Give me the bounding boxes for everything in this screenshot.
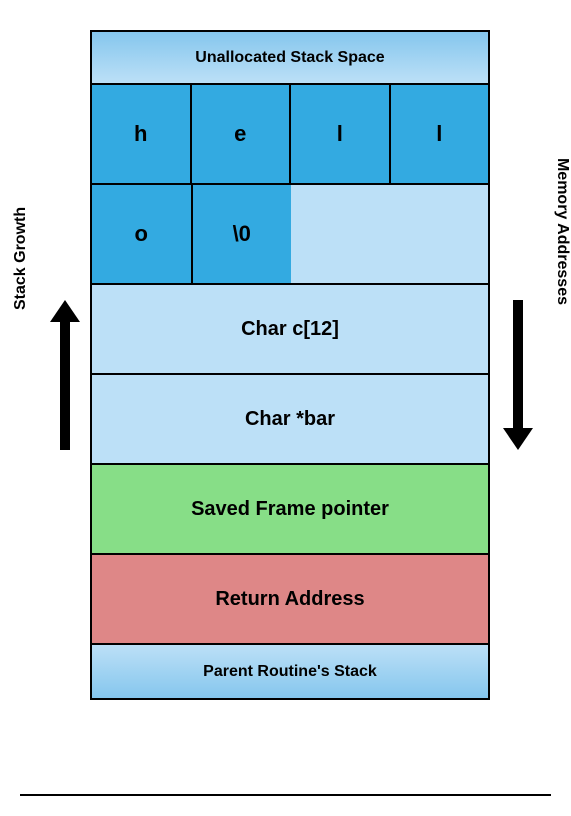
label-text: Memory Addresses [554, 158, 571, 305]
byte-cell: o [90, 185, 191, 285]
byte-value: l [436, 121, 442, 147]
label-text: Stack Growth [12, 207, 29, 310]
byte-value: l [337, 121, 343, 147]
byte-row-1: h e l l [90, 85, 490, 185]
byte-cell: h [90, 85, 190, 185]
byte-value: e [234, 121, 246, 147]
byte-value: \0 [233, 221, 251, 247]
memory-addresses-label: Memory Addresses [553, 158, 571, 305]
return-address-section: Return Address [90, 555, 490, 645]
byte-cell: \0 [191, 185, 292, 285]
byte-cell-empty [291, 185, 390, 285]
char-c-section: Char c[12] [90, 285, 490, 375]
saved-frame-section: Saved Frame pointer [90, 465, 490, 555]
return-address-label: Return Address [215, 588, 364, 611]
saved-frame-label: Saved Frame pointer [191, 498, 389, 521]
char-c-label: Char c[12] [241, 318, 339, 341]
stack-growth-label: Stack Growth [12, 207, 30, 310]
byte-row-2: o \0 [90, 185, 490, 285]
char-bar-label: Char *bar [245, 408, 335, 431]
bottom-divider [20, 794, 551, 796]
byte-value: h [134, 121, 147, 147]
byte-value: o [135, 221, 148, 247]
byte-cell: e [190, 85, 290, 185]
byte-cell: l [289, 85, 389, 185]
byte-cell: l [389, 85, 491, 185]
stack-diagram: Unallocated Stack Space h e l l o \0 Cha… [90, 30, 490, 700]
arrow-down-icon [503, 300, 533, 450]
parent-stack-section: Parent Routine's Stack [90, 645, 490, 700]
byte-cell-empty [390, 185, 491, 285]
arrow-up-icon [50, 300, 80, 450]
char-bar-section: Char *bar [90, 375, 490, 465]
unallocated-section: Unallocated Stack Space [90, 30, 490, 85]
unallocated-label: Unallocated Stack Space [195, 49, 384, 67]
parent-stack-label: Parent Routine's Stack [203, 663, 377, 681]
